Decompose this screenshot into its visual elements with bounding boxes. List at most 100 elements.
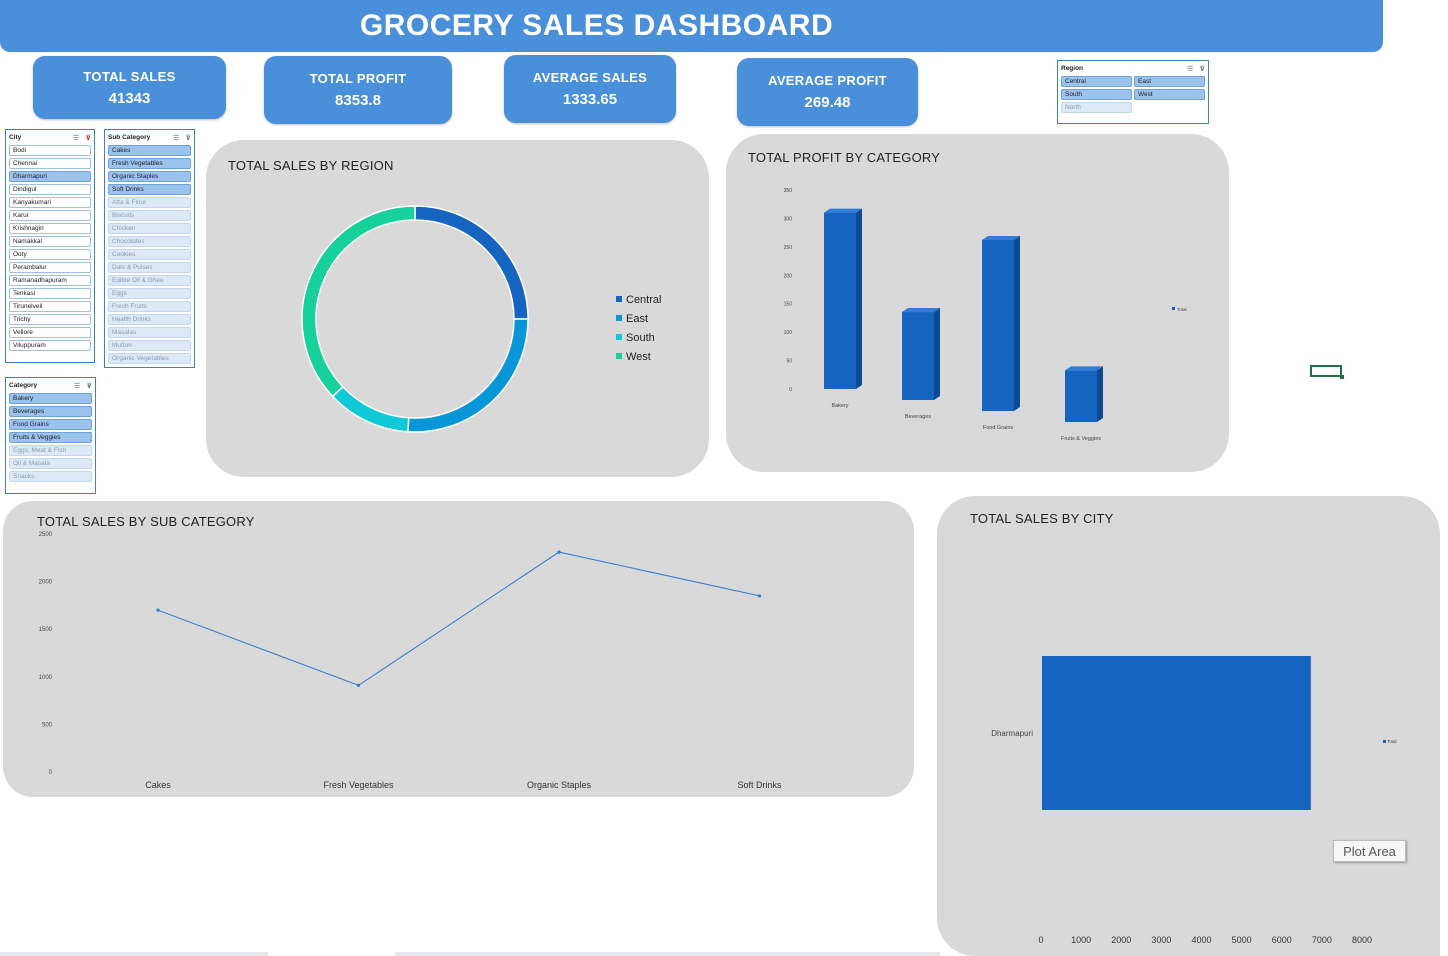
clear-filter-icon[interactable]: ⊽ <box>1199 65 1205 73</box>
kpi-average-sales[interactable]: AVERAGE SALES 1333.65 <box>504 55 676 123</box>
slicer-item[interactable]: Food Grains <box>9 419 92 430</box>
slicer-item[interactable]: Chicken <box>108 223 191 234</box>
slicer-item[interactable]: Snacks <box>9 471 92 482</box>
kpi-value: 8353.8 <box>335 92 381 109</box>
bar-front <box>824 212 856 389</box>
bar-front <box>902 312 934 400</box>
x-tick-label: Fresh Vegetables <box>323 780 394 790</box>
slicer-item[interactable]: North <box>1061 102 1132 113</box>
dashboard-title-banner: GROCERY SALES DASHBOARD <box>0 0 1383 52</box>
kpi-value: 269.48 <box>804 94 851 111</box>
city-chart-panel[interactable]: TOTAL SALES BY CITY 0 1000 2000 3000 4000 500… <box>937 496 1440 956</box>
y-tick-label: 0 <box>49 770 53 776</box>
region-slicer[interactable]: Region ☰ ⊽ Central East South West North <box>1057 60 1209 124</box>
clear-filter-icon[interactable]: ⊽ <box>86 382 92 390</box>
legend-label: Total <box>1387 739 1397 744</box>
donut-slice <box>331 385 410 433</box>
y-tick-label: 150 <box>784 302 793 308</box>
slicer-item[interactable]: Organic Staples <box>108 171 191 182</box>
slicer-item[interactable]: Chennai <box>9 158 91 169</box>
kpi-total-sales[interactable]: TOTAL SALES 41343 <box>33 56 226 119</box>
slicer-item[interactable]: Chocolates <box>108 236 191 247</box>
bar-top <box>902 308 940 313</box>
slicer-item[interactable]: Cookies <box>108 249 191 260</box>
slicer-item[interactable]: Cakes <box>108 145 191 156</box>
slicer-item[interactable]: Oil & Masala <box>9 458 92 469</box>
slicer-item[interactable]: West <box>1134 89 1205 100</box>
slicer-item[interactable]: Eggs, Meat & Fish <box>9 445 92 456</box>
slicer-item[interactable]: Mutton <box>108 340 191 351</box>
clear-filter-icon[interactable]: ⊽ <box>85 134 91 142</box>
slicer-item[interactable]: Edible Oil & Ghee <box>108 275 191 286</box>
slicer-item[interactable]: Krishnagiri <box>9 223 91 234</box>
slicer-item[interactable]: Fruits & Veggies <box>9 432 92 443</box>
slicer-item[interactable]: Dharmapuri <box>9 171 91 182</box>
multi-select-icon[interactable]: ☰ <box>74 382 80 390</box>
kpi-label: TOTAL PROFIT <box>309 71 407 86</box>
slicer-item[interactable]: Bodi <box>9 145 91 156</box>
slicer-item[interactable]: Fresh Vegetables <box>108 158 191 169</box>
clear-filter-icon[interactable]: ⊽ <box>185 134 191 142</box>
slicer-item[interactable]: Atta & Flour <box>108 197 191 208</box>
profit-category-chart-panel[interactable]: TOTAL PROFIT BY CATEGORY 0 50 100 150 200 250… <box>726 134 1229 472</box>
y-tick-label: 250 <box>784 245 793 251</box>
slicer-item[interactable]: Viluppuram <box>9 340 91 351</box>
slicer-item[interactable]: Ooty <box>9 249 91 260</box>
slicer-item[interactable]: Tenkasi <box>9 288 91 299</box>
multi-select-icon[interactable]: ☰ <box>1187 65 1193 73</box>
slicer-items: Central East South West North <box>1061 74 1205 113</box>
slicer-items: Cakes Fresh Vegetables Organic Staples Soft… <box>108 145 191 364</box>
legend-swatch <box>616 315 622 321</box>
x-tick-label: Bakery <box>831 403 848 409</box>
selected-cell[interactable] <box>1310 365 1344 379</box>
bar-side <box>1014 236 1020 411</box>
slicer-header: Region ☰ ⊽ <box>1061 63 1205 74</box>
slicer-item[interactable]: Soft Drinks <box>108 184 191 195</box>
sub-category-slicer[interactable]: Sub Category ☰ ⊽ Cakes Fresh Vegetables Org… <box>104 129 195 368</box>
slicer-item[interactable]: Eggs <box>108 288 191 299</box>
slicer-item[interactable]: Bakery <box>9 393 92 404</box>
x-tick-label: 0 <box>1038 935 1043 945</box>
slicer-item[interactable]: Karur <box>9 210 91 221</box>
slicer-item[interactable]: Fresh Fruits <box>108 301 191 312</box>
slicer-item[interactable]: Dals & Pulses <box>108 262 191 273</box>
sheet-scrollbar-right[interactable] <box>395 952 940 956</box>
x-tick-label: 5000 <box>1232 935 1252 945</box>
x-tick-label: 6000 <box>1272 935 1292 945</box>
slicer-item[interactable]: Ramanadhapuram <box>9 275 91 286</box>
slicer-item[interactable]: Perambalur <box>9 262 91 273</box>
slicer-item[interactable]: Vellore <box>9 327 91 338</box>
kpi-average-profit[interactable]: AVERAGE PROFIT 269.48 <box>737 58 918 126</box>
slicer-item[interactable]: Health Drinks <box>108 314 191 325</box>
bar-front <box>982 240 1014 411</box>
slicer-item[interactable]: Kanyakumari <box>9 197 91 208</box>
kpi-total-profit[interactable]: TOTAL PROFIT 8353.8 <box>264 56 452 124</box>
slicer-item[interactable]: Masalas <box>108 327 191 338</box>
slicer-item[interactable]: Trichy <box>9 314 91 325</box>
bar-side <box>934 308 940 400</box>
sheet-scrollbar-left[interactable] <box>0 952 268 956</box>
slicer-item[interactable]: Beverages <box>9 406 92 417</box>
city-slicer[interactable]: City ☰ ⊽ Bodi Chennai Dharmapuri Dindigul Kan… <box>5 129 95 363</box>
x-tick-label: Beverages <box>905 414 932 420</box>
legend-label: West <box>626 351 651 363</box>
x-tick-label: 8000 <box>1352 935 1372 945</box>
slicer-item[interactable]: Biscuits <box>108 210 191 221</box>
slicer-item[interactable]: East <box>1134 76 1205 87</box>
category-slicer[interactable]: Category ☰ ⊽ Bakery Beverages Food Grains Fr… <box>5 377 96 494</box>
plot-area-tooltip: Plot Area <box>1333 840 1406 862</box>
slicer-item[interactable]: Central <box>1061 76 1132 87</box>
sub-category-chart-panel[interactable]: TOTAL SALES BY SUB CATEGORY 0 500 1000 1500… <box>3 501 914 797</box>
multi-select-icon[interactable]: ☰ <box>173 134 179 142</box>
donut-slice <box>414 205 529 320</box>
profit-bar-chart: 0 50 100 150 200 250 300 350 Bakery Beverages Food… <box>784 188 1187 442</box>
slicer-item[interactable]: South <box>1061 89 1132 100</box>
slicer-item[interactable]: Organic Vegetables <box>108 353 191 364</box>
region-chart-panel[interactable]: TOTAL SALES BY REGION Central East South We… <box>206 140 709 477</box>
slicer-item[interactable]: Tirunelveli <box>9 301 91 312</box>
slicer-item[interactable]: Dindigul <box>9 184 91 195</box>
x-tick-label: 4000 <box>1191 935 1211 945</box>
slicer-items: Bodi Chennai Dharmapuri Dindigul Kanyakumari… <box>9 145 91 351</box>
slicer-item[interactable]: Namakkal <box>9 236 91 247</box>
multi-select-icon[interactable]: ☰ <box>73 134 79 142</box>
